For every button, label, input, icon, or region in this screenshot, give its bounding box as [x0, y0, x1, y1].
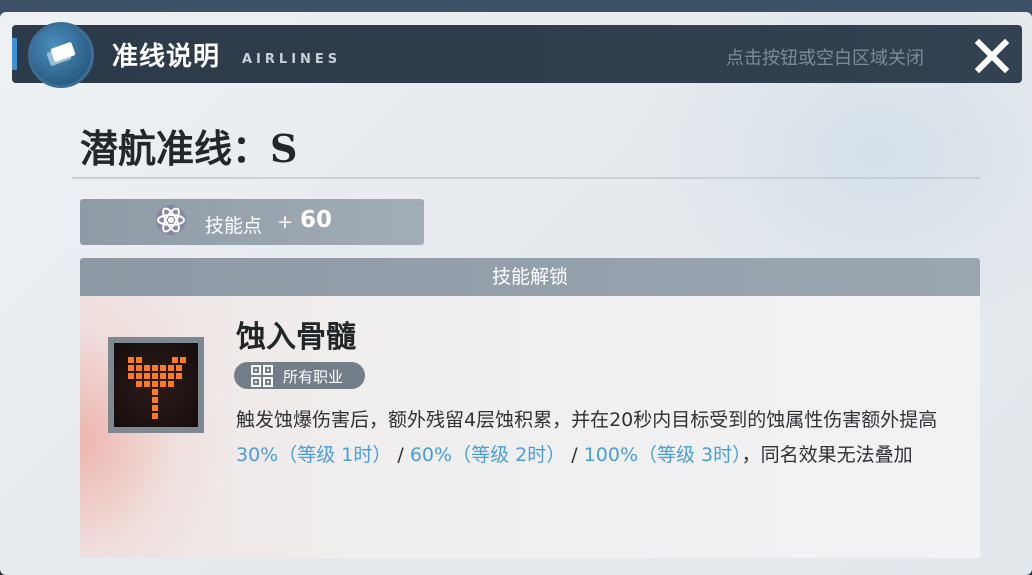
skill-unlock-header: 技能解锁 [80, 258, 980, 296]
desc-sep-1: / [391, 444, 410, 466]
airlines-emblem-icon [28, 22, 94, 88]
skill-points-label: 技能点 [205, 215, 263, 237]
class-tag-badge: 所有职业 [234, 362, 365, 389]
dialog-title: 准线说明 [112, 42, 221, 72]
title-accent [12, 38, 17, 70]
dialog-subtitle: AIRLINES [242, 52, 342, 67]
skill-name: 蚀入骨髓 [236, 320, 356, 355]
desc-level-2: 60%（等级 2时） [409, 444, 566, 466]
page-heading: 潜航准线：S [80, 126, 298, 171]
class-grid-icon [251, 365, 273, 387]
desc-sep-2: / [565, 444, 584, 466]
atom-icon [154, 203, 188, 237]
skill-points-value: 60 [300, 207, 333, 233]
skill-description: 触发蚀爆伤害后，额外残留4层蚀积累，并在20秒内目标受到的蚀属性伤害额外提高 3… [236, 403, 956, 473]
skill-icon-frame [108, 337, 204, 433]
skill-points-plus: + [277, 211, 293, 233]
close-hint: 点击按钮或空白区域关闭 [726, 48, 924, 69]
divider [72, 177, 980, 179]
hammer-skill-icon [114, 343, 198, 427]
desc-text-1: 触发蚀爆伤害后，额外残留4层蚀积累，并在20秒内目标受到的蚀属性伤害额外提高 [236, 409, 938, 431]
skill-points-box: 技能点 + 60 [80, 199, 424, 245]
desc-level-1: 30%（等级 1时） [236, 444, 392, 466]
class-tag-label: 所有职业 [283, 368, 344, 386]
close-x-icon[interactable] [972, 36, 1012, 76]
desc-text-2: ，同名效果无法叠加 [741, 444, 913, 466]
desc-level-3: 100%（等级 3时） [583, 444, 742, 466]
